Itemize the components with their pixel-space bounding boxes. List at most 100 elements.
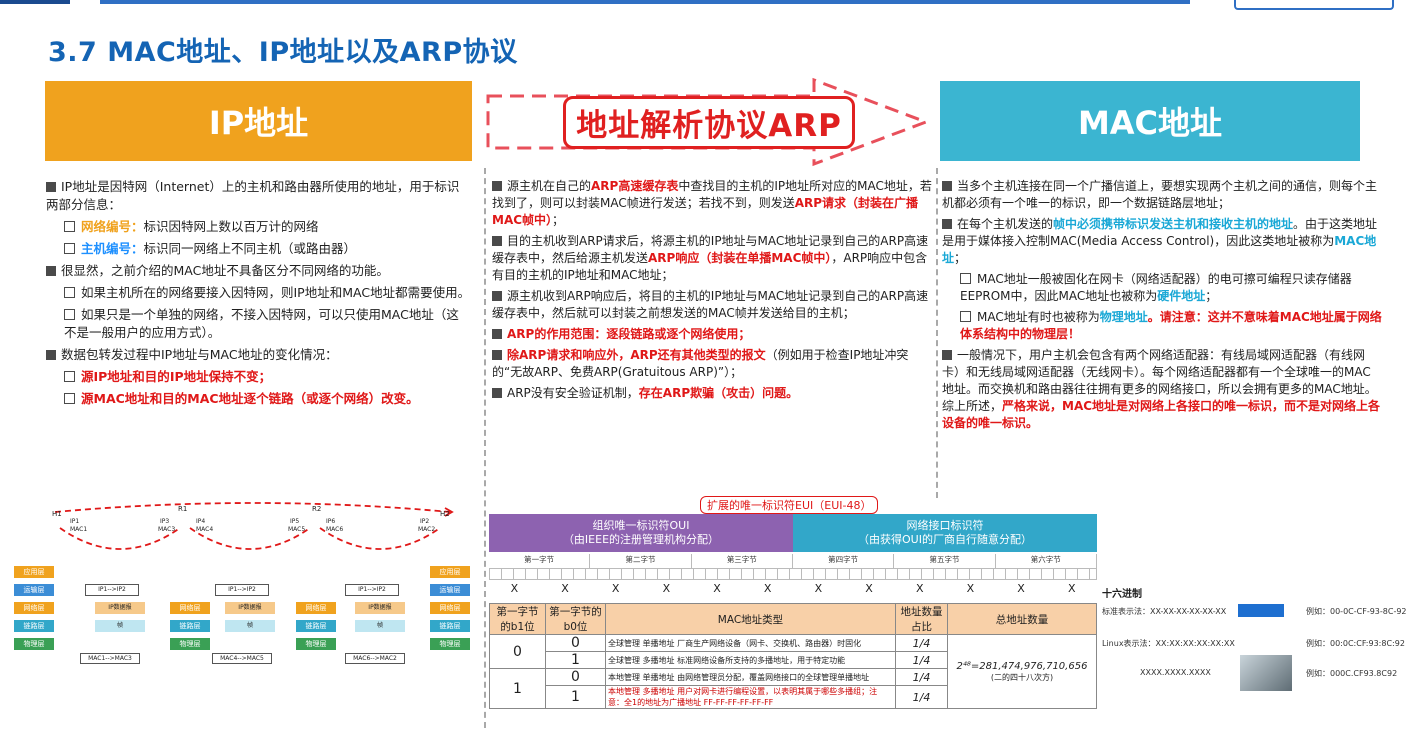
hex-label: 十六进制 bbox=[1102, 589, 1142, 600]
layer-app: 应用层 bbox=[430, 566, 470, 578]
format-standard: 标准表示法：XX-XX-XX-XX-XX-XX bbox=[1102, 607, 1227, 616]
ip-header: IP地址 bbox=[45, 81, 472, 161]
checkbox-icon bbox=[64, 287, 75, 298]
mac-p2i: MAC地址有时也被称为 bbox=[977, 310, 1100, 324]
table-cell: 1 bbox=[545, 685, 606, 709]
layer-physical: 物理层 bbox=[430, 638, 470, 650]
hex-digit: X bbox=[814, 582, 823, 595]
bullet-icon bbox=[942, 350, 952, 360]
table-cell: 0 bbox=[545, 668, 606, 686]
ip-p3b: 源MAC地址和目的MAC地址逐个链路（或逐个网络）改变。 bbox=[81, 391, 419, 406]
node-label: R1 bbox=[178, 505, 188, 513]
table-header: 总地址数量 bbox=[947, 603, 1097, 635]
hex-digit: X bbox=[966, 582, 975, 595]
mac-p2f: MAC地址一般被固化在网卡（网络适配器）的电可擦可编程只读存储器EEPROM中，… bbox=[960, 272, 1352, 303]
byte-label: 第三字节 bbox=[692, 554, 793, 568]
total-cell: 2⁴⁸=281,474,976,710,656 (二的四十八次方) bbox=[947, 634, 1097, 709]
table-cell: 0 bbox=[545, 634, 606, 652]
node-label: R2 bbox=[312, 505, 322, 513]
ip-p1b-text: 标识同一网络上不同主机（或路由器） bbox=[143, 241, 357, 256]
top-bar bbox=[0, 0, 1410, 6]
arp-p1e: ； bbox=[552, 213, 565, 227]
byte-label: 第五字节 bbox=[894, 554, 996, 568]
bullet-icon bbox=[942, 181, 952, 191]
mac-p2j: 物理地址 bbox=[1099, 310, 1148, 324]
page-title: 3.7 MAC地址、IP地址以及ARP协议 bbox=[48, 37, 518, 68]
byte-row: 第一字节 第二字节 第三字节 第四字节 第五字节 第六字节 bbox=[489, 554, 1097, 568]
ip-label: IP6 bbox=[326, 518, 336, 525]
mac-label: MAC6 bbox=[326, 526, 344, 533]
format-cisco: XXXX.XXXX.XXXX bbox=[1140, 668, 1211, 677]
ip-flow: IP1-->IP2 bbox=[215, 584, 269, 596]
device-photo bbox=[1240, 655, 1292, 691]
bullet-icon bbox=[46, 182, 56, 192]
ip-label: IP5 bbox=[290, 518, 300, 525]
mac-flow: MAC4-->MAC5 bbox=[212, 653, 272, 664]
ip-p2a: 如果主机所在的网络要接入因特网，则IP地址和MAC地址都需要使用。 bbox=[81, 285, 471, 300]
mac-p2h: ； bbox=[1205, 289, 1218, 303]
arp-p1b: ARP高速缓存表 bbox=[591, 179, 679, 193]
byte-label: 第六字节 bbox=[996, 554, 1097, 568]
ip-p2: 很显然，之前介绍的MAC地址不具备区分不同网络的功能。 bbox=[61, 263, 389, 278]
arp-header: 地址解析协议ARP bbox=[484, 74, 934, 170]
arp-p5a: 除ARP请求和响应外，ARP还有其他类型的报文 bbox=[507, 348, 766, 362]
arp-p2b: ARP响应（封装在单播MAC帧中） bbox=[648, 251, 832, 265]
bullet-icon bbox=[492, 236, 502, 246]
table-header: 第一字节的b0位 bbox=[545, 603, 606, 635]
frame-box: 帧 bbox=[225, 620, 275, 632]
table-row: 0 0 全球管理 单播地址 厂商生产网络设备（网卡、交换机、路由器）时固化 1/… bbox=[489, 634, 1097, 709]
table-cell: 1/4 bbox=[895, 668, 948, 686]
ip-label: IP1 bbox=[70, 518, 80, 525]
ip-flow: IP1-->IP2 bbox=[345, 584, 399, 596]
ip-label: IP2 bbox=[420, 518, 430, 525]
ip-label: IP3 bbox=[160, 518, 170, 525]
hex-digit: X bbox=[1067, 582, 1076, 595]
mac-p3b: 严格来说，MAC地址是对网络上各接口的唯一标识，而不是对网络上各设备的唯一标识。 bbox=[942, 399, 1381, 430]
oui-line1: 组织唯一标识符OUI bbox=[592, 519, 690, 532]
nic-line2: （由获得OUI的厂商自行随意分配） bbox=[858, 533, 1032, 546]
bullet-icon bbox=[492, 329, 502, 339]
mac-label: MAC1 bbox=[70, 526, 88, 533]
mac-p2g: 硬件地址 bbox=[1157, 289, 1206, 303]
checkbox-icon bbox=[64, 309, 75, 320]
layer-network: 网络层 bbox=[430, 602, 470, 614]
layer-physical: 物理层 bbox=[296, 638, 336, 650]
table-cell: 1/4 bbox=[895, 685, 948, 709]
table-cell: 0 bbox=[489, 634, 546, 669]
mac-p2b: 帧中必须携带标识发送主机和接收主机的地址 bbox=[1053, 217, 1294, 231]
layer-app: 应用层 bbox=[14, 566, 54, 578]
bullet-icon bbox=[942, 219, 952, 229]
ip-p1a-text: 标识因特网上数以百万计的网络 bbox=[143, 219, 319, 234]
layer-transport: 运输层 bbox=[14, 584, 54, 596]
arp-p3: 源主机收到ARP响应后，将目的主机的IP地址与MAC地址记录到自己的ARP高速缓… bbox=[492, 289, 929, 320]
table-cell: 本地管理 多播地址 用户对网卡进行编程设置，以表明其属于哪些多播组；注意：全1的… bbox=[605, 685, 896, 709]
total-value: 2⁴⁸=281,474,976,710,656 bbox=[956, 660, 1088, 672]
checkbox-icon bbox=[64, 393, 75, 404]
hex-digit: X bbox=[1017, 582, 1025, 595]
oui-box: 组织唯一标识符OUI （由IEEE的注册管理机构分配） bbox=[489, 514, 793, 552]
mac-flow: MAC1-->MAC3 bbox=[80, 653, 140, 664]
mac-label: MAC2 bbox=[418, 526, 436, 533]
mac-label: MAC5 bbox=[288, 526, 306, 533]
arp-p1a: 源主机在自己的 bbox=[507, 179, 592, 193]
forwarding-diagram: H1 R1 R2 H2 IP1 IP3 IP4 IP5 IP6 IP2 MAC1… bbox=[0, 500, 475, 670]
mac-header: MAC地址 bbox=[940, 81, 1360, 161]
table-header: MAC地址类型 bbox=[605, 603, 896, 635]
bullet-icon bbox=[492, 181, 502, 191]
layer-link: 链路层 bbox=[170, 620, 210, 632]
mac-label: MAC4 bbox=[196, 526, 214, 533]
arp-p6b: 存在ARP欺骗（攻击）问题。 bbox=[638, 386, 799, 400]
hex-digit: X bbox=[865, 582, 873, 595]
windows-screenshot-icon bbox=[1238, 604, 1284, 617]
ip-p1b-key: 主机编号： bbox=[81, 241, 144, 256]
layer-network: 网络层 bbox=[296, 602, 336, 614]
mac-p2a: 在每个主机发送的 bbox=[957, 217, 1054, 231]
bullet-icon bbox=[492, 350, 502, 360]
oui-line2: （由IEEE的注册管理机构分配） bbox=[562, 533, 720, 546]
checkbox-icon bbox=[64, 221, 75, 232]
format-example: 例如：000C.CF93.8C92 bbox=[1306, 669, 1398, 678]
layer-physical: 物理层 bbox=[170, 638, 210, 650]
table-cell: 1/4 bbox=[895, 634, 948, 652]
checkbox-icon bbox=[960, 311, 971, 322]
hex-digit: X bbox=[713, 582, 721, 595]
